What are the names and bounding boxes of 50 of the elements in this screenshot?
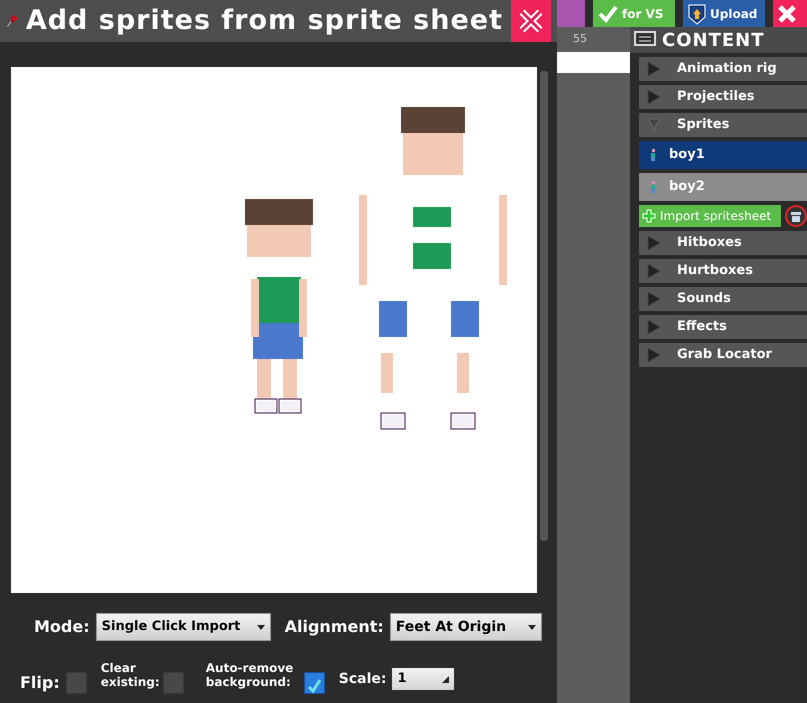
flip-label: Flip:	[20, 672, 60, 694]
close-icon	[517, 7, 545, 35]
flip-checkbox[interactable]	[66, 672, 87, 694]
close-button[interactable]	[511, 0, 551, 42]
sprite-sheet-canvas[interactable]	[11, 67, 537, 593]
content-icon	[634, 31, 656, 49]
sprite-thumbnail-icon	[651, 149, 657, 161]
sprite-thumbnail-icon	[651, 181, 657, 193]
clear-existing-checkbox[interactable]	[162, 672, 184, 694]
bucket-icon	[790, 210, 802, 223]
category-item[interactable]: Animation rig	[639, 57, 807, 81]
mode-label: Mode:	[34, 616, 90, 638]
category-item[interactable]: Effects	[639, 315, 807, 339]
caret-icon	[528, 624, 536, 630]
triangle-icon	[647, 61, 661, 77]
scale-spinner[interactable]: 1	[392, 668, 454, 690]
category-item[interactable]: Hitboxes	[639, 231, 807, 255]
caret-icon	[256, 624, 265, 630]
scale-label: Scale:	[338, 670, 386, 688]
plus-icon	[642, 209, 656, 223]
ruler-number: 55	[572, 31, 588, 47]
category-item[interactable]: Hurtboxes	[639, 259, 807, 283]
triangle-icon	[647, 347, 661, 363]
triangle-icon	[647, 235, 661, 251]
alignment-label: Alignment:	[284, 616, 384, 638]
alignment-dropdown[interactable]: Feet At Origin	[390, 613, 542, 641]
triangle-icon	[647, 291, 661, 307]
funnel-icon	[647, 117, 661, 133]
scrollbar[interactable]	[540, 71, 548, 541]
triangle-icon	[647, 263, 661, 279]
triangle-icon	[647, 319, 661, 335]
resize-icon	[442, 676, 450, 682]
dialog-title: Add sprites from sprite sheet	[26, 4, 503, 38]
upload-icon	[687, 2, 707, 24]
delete-button[interactable]	[785, 205, 807, 227]
mode-dropdown[interactable]: Single Click Import	[96, 613, 271, 641]
category-item[interactable]: Sounds	[639, 287, 807, 311]
sprite-item[interactable]: boy1	[639, 141, 807, 169]
close-button[interactable]	[773, 0, 807, 27]
auto-remove-checkbox[interactable]	[304, 672, 325, 694]
content-title: CONTENT	[662, 28, 764, 52]
upload-button[interactable]: Upload	[683, 0, 765, 27]
triangle-icon	[647, 89, 661, 105]
category-item[interactable]: Grab Locator	[639, 343, 807, 367]
category-item[interactable]: Sprites	[639, 113, 807, 137]
category-item[interactable]: Projectiles	[639, 85, 807, 109]
auto-remove-label: Auto-remove background:	[206, 660, 294, 690]
close-icon	[777, 4, 797, 24]
clear-existing-label: Clear existing:	[100, 660, 157, 690]
check-icon	[597, 4, 619, 24]
